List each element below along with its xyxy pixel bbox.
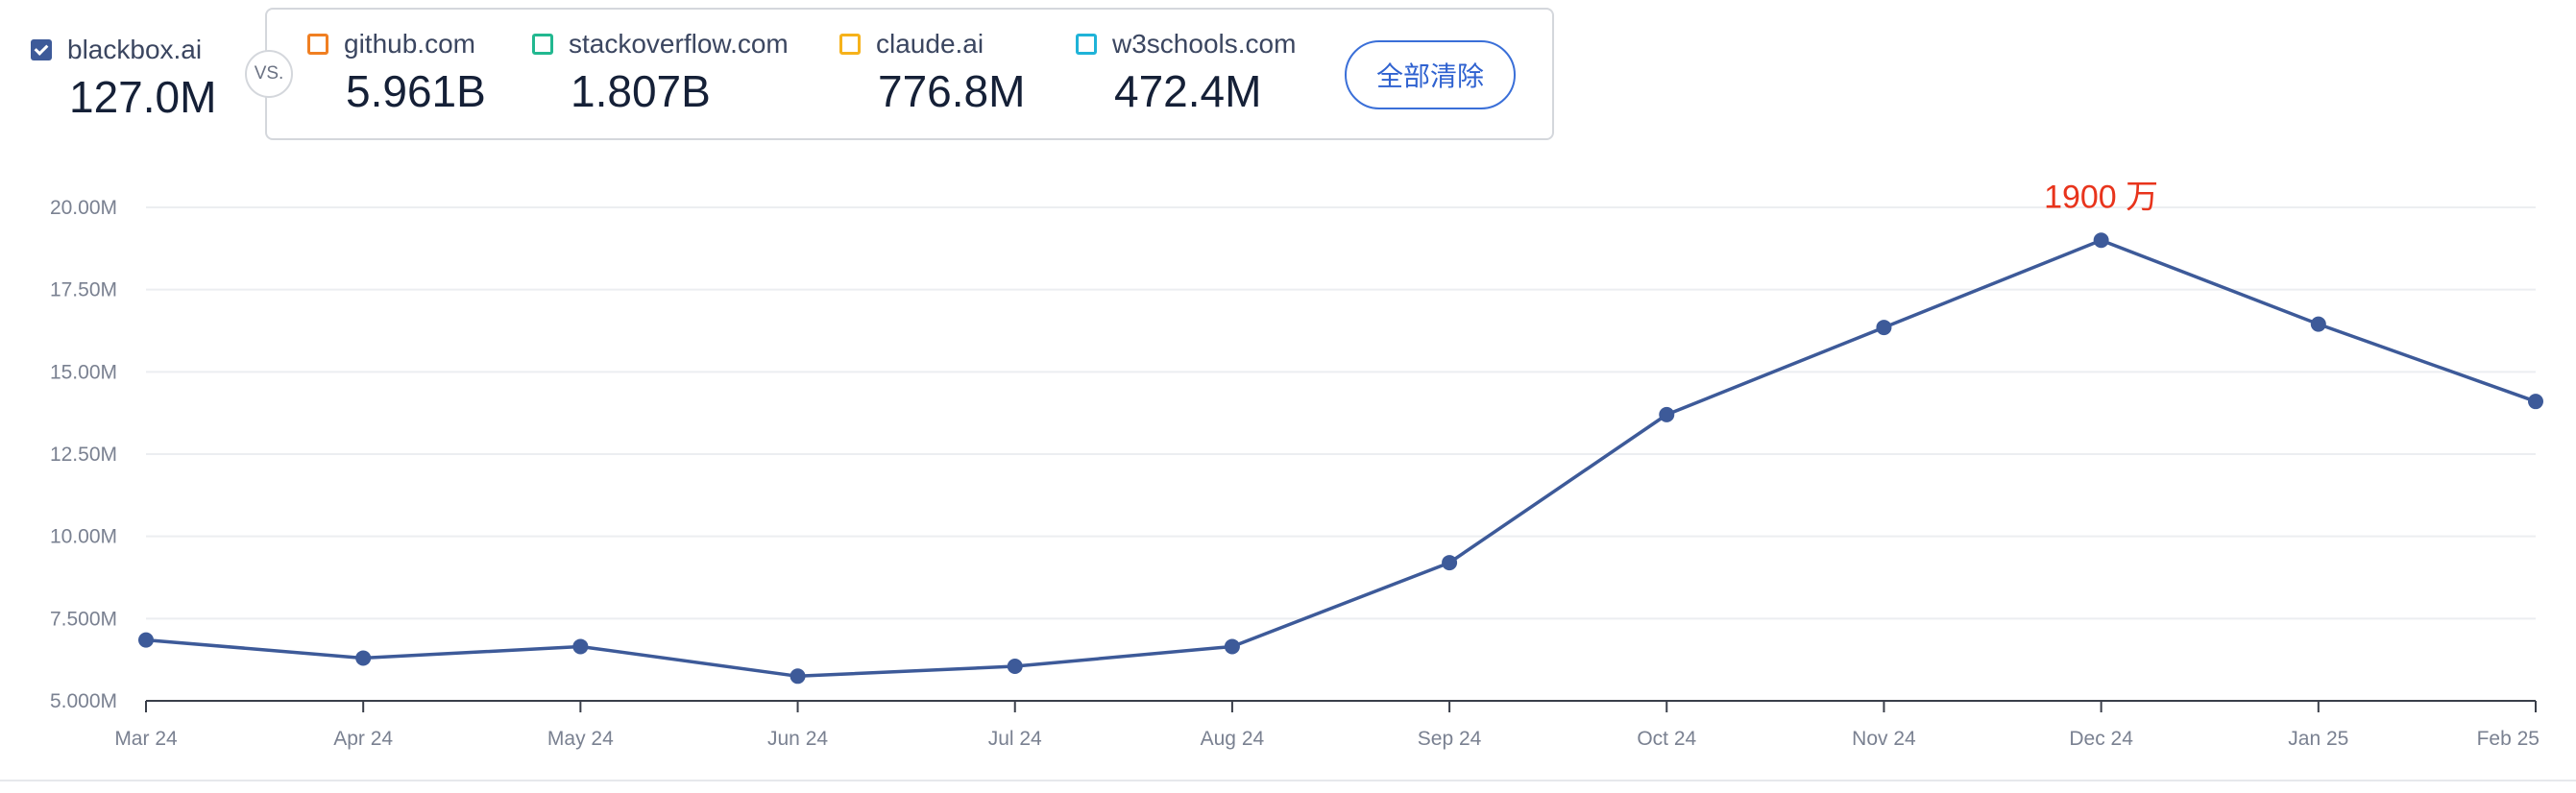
x-tick-label: Oct 24 [1637, 728, 1696, 750]
main-site-name: blackbox.ai [67, 35, 203, 64]
y-tick-label: 12.50M [50, 444, 117, 466]
competitor-checkbox[interactable] [532, 34, 553, 55]
data-point [2093, 232, 2109, 249]
x-tick-label: Apr 24 [333, 728, 393, 750]
y-tick-label: 10.00M [50, 526, 117, 548]
competitor-github: github.com 5.961B [307, 29, 486, 117]
vs-badge: VS. [245, 50, 293, 98]
x-tick-label: Aug 24 [1201, 728, 1265, 750]
competitor-name: claude.ai [876, 29, 984, 59]
x-tick-label: Jul 24 [988, 728, 1042, 750]
y-tick-label: 15.00M [50, 361, 117, 383]
competitor-stackoverflow: stackoverflow.com 1.807B [532, 29, 789, 117]
x-tick-label: Mar 24 [114, 728, 178, 750]
x-tick-label: Feb 25 [2477, 728, 2540, 750]
data-point [572, 638, 589, 655]
peak-annotation-label: 1900 万 [2044, 179, 2158, 215]
data-point [138, 632, 154, 648]
y-tick-label: 7.500M [50, 608, 117, 630]
data-point [1442, 555, 1458, 571]
competitor-value: 776.8M [878, 66, 1026, 116]
data-point [790, 668, 806, 685]
comparison-panel: github.com 5.961B stackoverflow.com 1.80… [265, 8, 1554, 140]
competitor-value: 1.807B [571, 66, 711, 116]
bottom-divider [0, 780, 2576, 781]
competitor-value: 472.4M [1114, 66, 1262, 116]
x-tick-label: Dec 24 [2069, 728, 2133, 750]
data-point [1876, 320, 1892, 336]
data-point [2310, 316, 2326, 332]
clear-all-button[interactable]: 全部清除 [1345, 40, 1516, 109]
data-point [355, 650, 372, 666]
competitor-checkbox[interactable] [839, 34, 861, 55]
y-tick-label: 5.000M [50, 690, 117, 712]
data-point [2528, 394, 2543, 410]
competitor-claude: claude.ai 776.8M [839, 29, 1025, 117]
competitor-checkbox[interactable] [1076, 34, 1097, 55]
data-point [1659, 406, 1675, 422]
data-point [1224, 638, 1240, 655]
x-tick-label: Jun 24 [767, 728, 828, 750]
competitor-name: stackoverflow.com [569, 29, 789, 59]
y-tick-label: 20.00M [50, 197, 117, 219]
x-tick-label: May 24 [547, 728, 614, 750]
main-site: blackbox.ai 127.0M [31, 35, 216, 123]
main-site-value: 127.0M [69, 72, 217, 122]
series-line [145, 238, 2537, 679]
competitor-name: w3schools.com [1112, 29, 1297, 59]
competitor-name: github.com [344, 29, 475, 59]
main-site-checkbox[interactable] [31, 39, 52, 60]
x-tick-label: Jan 25 [2288, 728, 2348, 750]
data-point [1007, 659, 1023, 675]
competitor-checkbox[interactable] [307, 34, 328, 55]
competitor-value: 5.961B [346, 66, 486, 116]
traffic-line-chart: 5.000M 7.500M 10.00M 12.50M 15.00M 17.50M 20.0… [50, 179, 2543, 750]
y-tick-label: 17.50M [50, 279, 117, 301]
competitor-w3schools: w3schools.com 472.4M [1076, 29, 1296, 117]
x-tick-label: Nov 24 [1852, 728, 1916, 750]
x-tick-label: Sep 24 [1418, 728, 1482, 750]
